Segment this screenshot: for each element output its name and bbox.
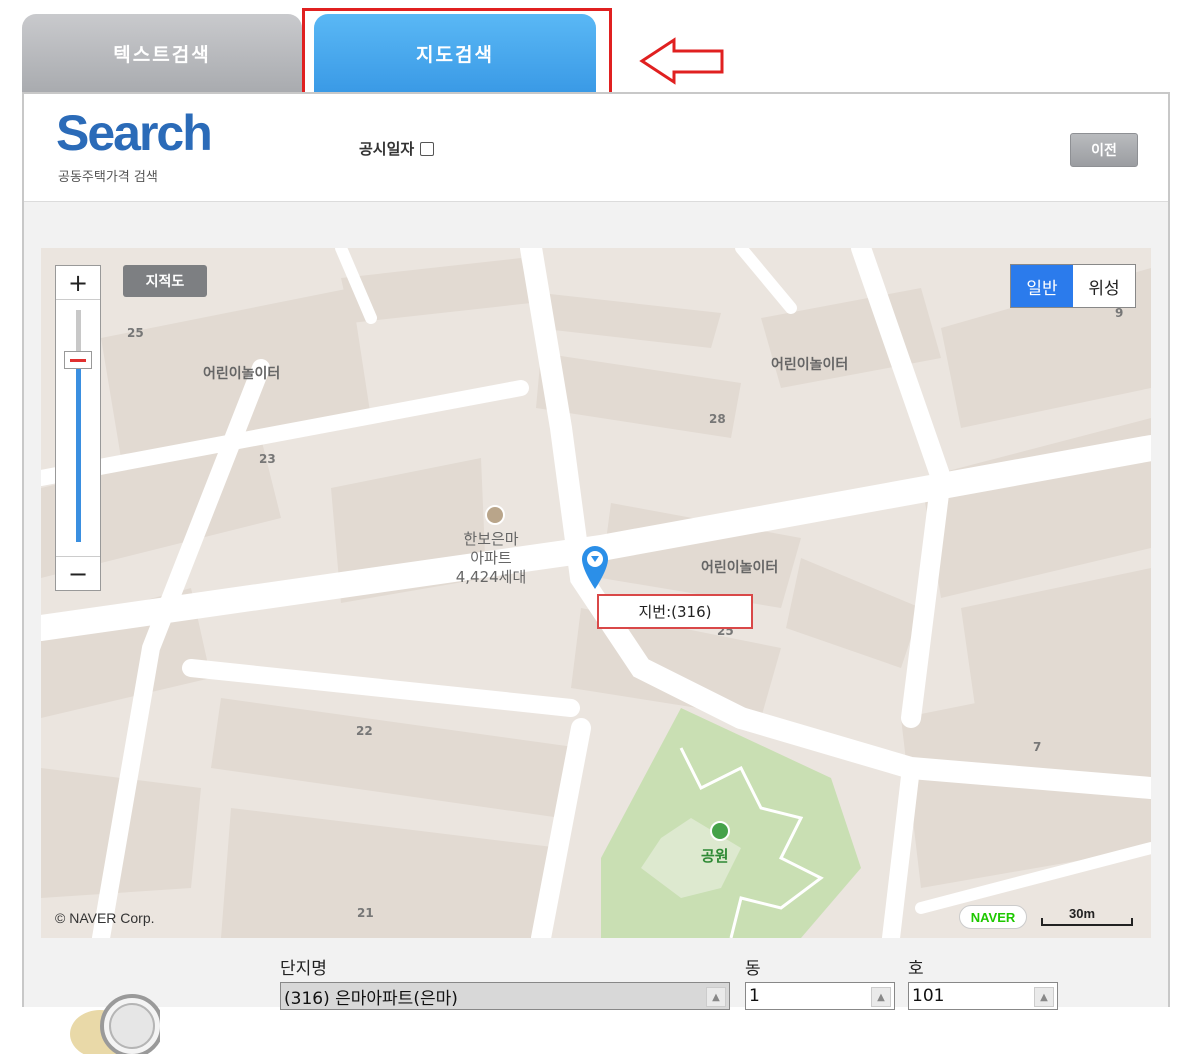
block-number: 21 <box>357 906 374 920</box>
zoom-slider-handle[interactable] <box>64 351 92 369</box>
naver-logo[interactable]: NAVER <box>959 905 1027 929</box>
zoom-control: + − <box>55 265 101 591</box>
scroll-up-icon[interactable]: ▲ <box>706 987 726 1007</box>
search-logo: Search <box>56 105 213 161</box>
announcement-date-checkbox[interactable] <box>420 141 435 156</box>
tree-icon <box>710 821 730 841</box>
ho-label: 호 <box>908 959 924 979</box>
scroll-up-icon[interactable]: ▲ <box>1034 987 1054 1007</box>
park-label: 공원 <box>701 847 729 865</box>
zoom-track-filled[interactable] <box>76 366 81 542</box>
map-scale-line <box>1041 918 1133 926</box>
zoom-out-button[interactable]: − <box>56 556 100 590</box>
map-search-panel: Search 공동주택가격 검색 공시일자 이전 + − 지적도 일반 위성 2… <box>22 92 1170 1054</box>
map-type-toggle: 일반 위성 <box>1010 264 1136 308</box>
apartment-name: 한보은마 <box>463 530 519 548</box>
dong-label: 동 <box>745 959 761 979</box>
map-scale-bar: 30m <box>1041 906 1133 928</box>
left-arrow-annotation-icon <box>639 37 724 85</box>
map-type-normal-button[interactable]: 일반 <box>1011 265 1073 307</box>
cadastral-map-button[interactable]: 지적도 <box>123 265 207 297</box>
complex-name-label: 단지명 <box>280 959 327 979</box>
block-number: 22 <box>356 724 373 738</box>
ho-value: 101 <box>912 986 945 1006</box>
map-type-satellite-button[interactable]: 위성 <box>1073 265 1135 307</box>
block-number: 9 <box>1115 306 1124 320</box>
parcel-number-label: 지번:(316) <box>597 594 753 629</box>
announcement-date-option[interactable]: 공시일자 <box>359 138 435 159</box>
block-number: 7 <box>1033 740 1042 754</box>
apartment-label[interactable]: 한보은마 아파트 4,424세대 <box>441 530 541 587</box>
ho-select[interactable]: 101 ▲ <box>908 982 1058 1010</box>
highlight-annotation-box <box>302 8 612 101</box>
playground-label: 어린이놀이터 <box>771 357 849 373</box>
dong-select[interactable]: 1 ▲ <box>745 982 895 1010</box>
scroll-up-icon[interactable]: ▲ <box>871 987 891 1007</box>
search-logo-subtitle: 공동주택가격 검색 <box>58 170 158 185</box>
playground-label: 어린이놀이터 <box>701 560 779 576</box>
map-view[interactable]: + − 지적도 일반 위성 25 어린이놀이터 23 어린이놀이터 28 9 어… <box>41 248 1151 938</box>
block-number: 23 <box>259 452 276 466</box>
zoom-in-button[interactable]: + <box>56 266 100 300</box>
search-fields: 단지명 (316) 은마아파트(은마) ▲ 동 1 ▲ 호 101 ▲ <box>24 944 1168 1054</box>
apartment-units: 4,424세대 <box>455 568 527 586</box>
playground-label: 어린이놀이터 <box>203 366 281 382</box>
map-copyright: © NAVER Corp. <box>55 910 155 926</box>
block-number: 25 <box>127 326 144 340</box>
tab-text-search[interactable]: 텍스트검색 <box>22 14 302 92</box>
map-background <box>41 248 1151 938</box>
coin-magnifier-icon <box>70 994 160 1054</box>
announcement-date-label: 공시일자 <box>359 140 415 158</box>
panel-header: Search 공동주택가격 검색 공시일자 이전 <box>24 94 1168 202</box>
apartment-type: 아파트 <box>470 549 512 567</box>
dong-value: 1 <box>749 986 760 1006</box>
prev-button[interactable]: 이전 <box>1070 133 1138 167</box>
complex-name-select[interactable]: (316) 은마아파트(은마) ▲ <box>280 982 730 1010</box>
complex-name-value: (316) 은마아파트(은마) <box>284 988 458 1009</box>
block-number: 28 <box>709 412 726 426</box>
location-pin-icon[interactable] <box>580 544 610 590</box>
apartment-icon <box>485 505 505 525</box>
